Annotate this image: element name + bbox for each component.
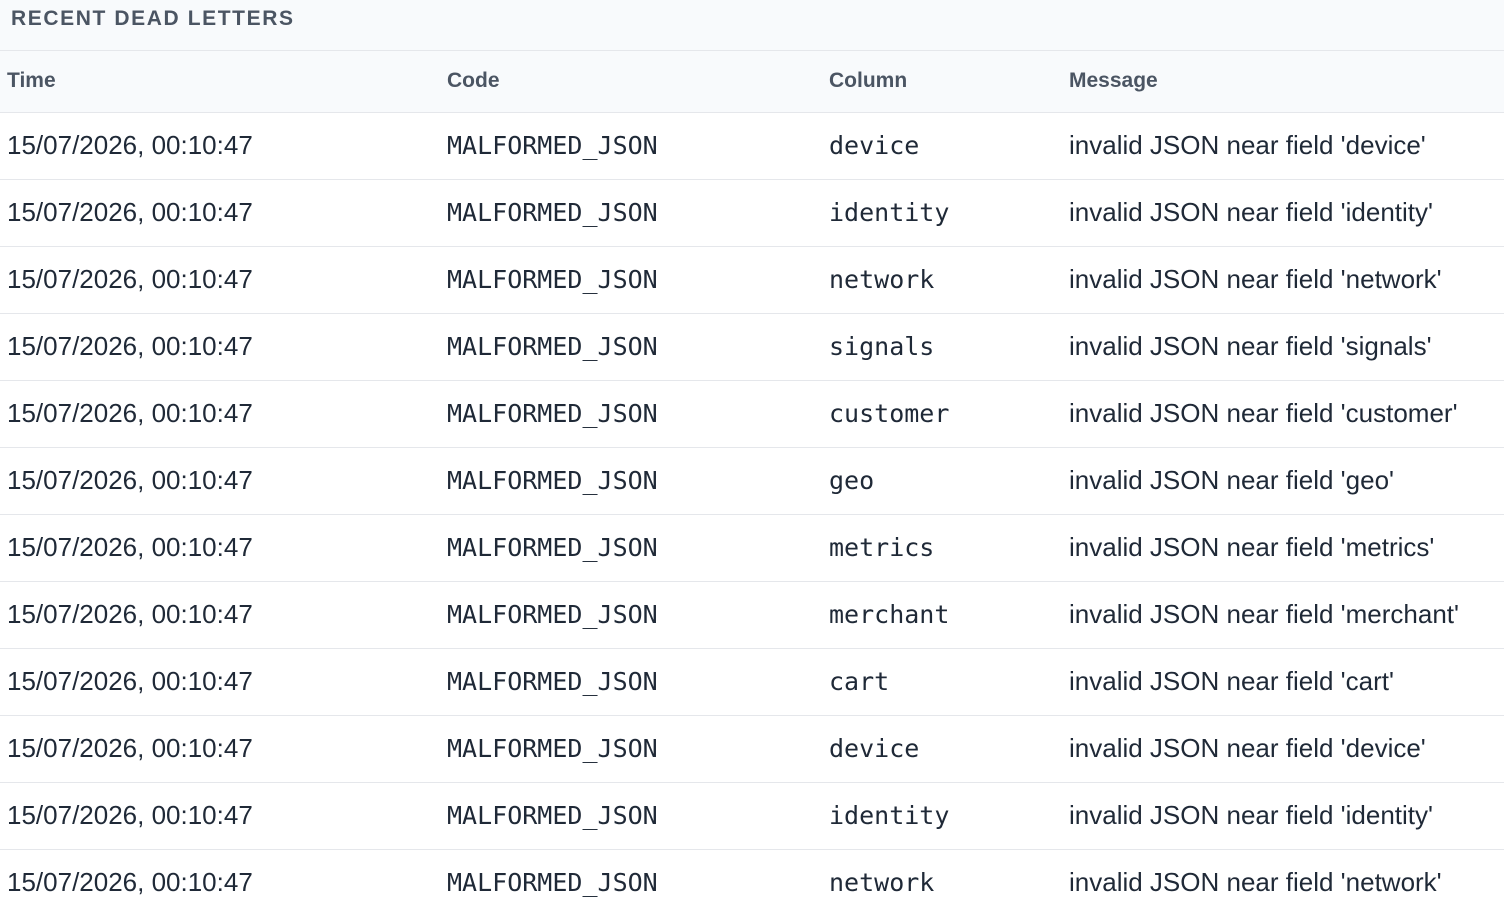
cell-code: MALFORMED_JSON [440, 849, 822, 916]
cell-time: 15/07/2026, 00:10:47 [0, 514, 440, 582]
cell-code: MALFORMED_JSON [440, 715, 822, 783]
cell-code: MALFORMED_JSON [440, 447, 822, 515]
table-row[interactable]: 15/07/2026, 00:10:47 MALFORMED_JSON merc… [0, 581, 1504, 649]
cell-message: invalid JSON near field 'network' [1062, 849, 1504, 916]
cell-message: invalid JSON near field 'merchant' [1062, 581, 1504, 649]
cell-column: identity [822, 782, 1062, 850]
cell-time: 15/07/2026, 00:10:47 [0, 849, 440, 916]
table-body: 15/07/2026, 00:10:47 MALFORMED_JSON devi… [0, 112, 1504, 916]
cell-time: 15/07/2026, 00:10:47 [0, 246, 440, 314]
column-header-time[interactable]: Time [0, 51, 440, 113]
cell-code: MALFORMED_JSON [440, 313, 822, 381]
cell-column: merchant [822, 581, 1062, 649]
cell-code: MALFORMED_JSON [440, 581, 822, 649]
cell-code: MALFORMED_JSON [440, 380, 822, 448]
panel-header: RECENT DEAD LETTERS [0, 0, 1504, 51]
panel-title: RECENT DEAD LETTERS [11, 7, 295, 30]
cell-column: cart [822, 648, 1062, 716]
cell-column: customer [822, 380, 1062, 448]
column-header-message[interactable]: Message [1062, 51, 1504, 113]
cell-time: 15/07/2026, 00:10:47 [0, 648, 440, 716]
cell-column: geo [822, 447, 1062, 515]
cell-column: network [822, 849, 1062, 916]
table-row[interactable]: 15/07/2026, 00:10:47 MALFORMED_JSON iden… [0, 179, 1504, 247]
cell-column: network [822, 246, 1062, 314]
table-row[interactable]: 15/07/2026, 00:10:47 MALFORMED_JSON devi… [0, 112, 1504, 180]
table-header-row: Time Code Column Message [0, 51, 1504, 113]
cell-time: 15/07/2026, 00:10:47 [0, 112, 440, 180]
table-row[interactable]: 15/07/2026, 00:10:47 MALFORMED_JSON metr… [0, 514, 1504, 582]
cell-message: invalid JSON near field 'device' [1062, 715, 1504, 783]
cell-column: metrics [822, 514, 1062, 582]
table-row[interactable]: 15/07/2026, 00:10:47 MALFORMED_JSON iden… [0, 782, 1504, 850]
cell-time: 15/07/2026, 00:10:47 [0, 715, 440, 783]
table-row[interactable]: 15/07/2026, 00:10:47 MALFORMED_JSON sign… [0, 313, 1504, 381]
cell-code: MALFORMED_JSON [440, 246, 822, 314]
table-row[interactable]: 15/07/2026, 00:10:47 MALFORMED_JSON cust… [0, 380, 1504, 448]
table-row[interactable]: 15/07/2026, 00:10:47 MALFORMED_JSON netw… [0, 246, 1504, 314]
cell-time: 15/07/2026, 00:10:47 [0, 380, 440, 448]
cell-time: 15/07/2026, 00:10:47 [0, 179, 440, 247]
column-header-column[interactable]: Column [822, 51, 1062, 113]
cell-message: invalid JSON near field 'cart' [1062, 648, 1504, 716]
cell-column: signals [822, 313, 1062, 381]
cell-code: MALFORMED_JSON [440, 514, 822, 582]
cell-time: 15/07/2026, 00:10:47 [0, 581, 440, 649]
cell-message: invalid JSON near field 'metrics' [1062, 514, 1504, 582]
cell-code: MALFORMED_JSON [440, 648, 822, 716]
dead-letters-table: Time Code Column Message 15/07/2026, 00:… [0, 51, 1504, 916]
cell-message: invalid JSON near field 'network' [1062, 246, 1504, 314]
cell-code: MALFORMED_JSON [440, 179, 822, 247]
cell-time: 15/07/2026, 00:10:47 [0, 447, 440, 515]
column-header-code[interactable]: Code [440, 51, 822, 113]
table-row[interactable]: 15/07/2026, 00:10:47 MALFORMED_JSON devi… [0, 715, 1504, 783]
cell-message: invalid JSON near field 'geo' [1062, 447, 1504, 515]
table-row[interactable]: 15/07/2026, 00:10:47 MALFORMED_JSON geo … [0, 447, 1504, 515]
cell-column: device [822, 715, 1062, 783]
cell-message: invalid JSON near field 'identity' [1062, 179, 1504, 247]
cell-message: invalid JSON near field 'signals' [1062, 313, 1504, 381]
cell-column: identity [822, 179, 1062, 247]
cell-code: MALFORMED_JSON [440, 782, 822, 850]
cell-code: MALFORMED_JSON [440, 112, 822, 180]
cell-message: invalid JSON near field 'identity' [1062, 782, 1504, 850]
cell-message: invalid JSON near field 'device' [1062, 112, 1504, 180]
table-row[interactable]: 15/07/2026, 00:10:47 MALFORMED_JSON netw… [0, 849, 1504, 916]
cell-time: 15/07/2026, 00:10:47 [0, 782, 440, 850]
cell-message: invalid JSON near field 'customer' [1062, 380, 1504, 448]
cell-column: device [822, 112, 1062, 180]
dead-letters-panel: RECENT DEAD LETTERS Time Code Column Mes… [0, 0, 1504, 916]
cell-time: 15/07/2026, 00:10:47 [0, 313, 440, 381]
table-row[interactable]: 15/07/2026, 00:10:47 MALFORMED_JSON cart… [0, 648, 1504, 716]
